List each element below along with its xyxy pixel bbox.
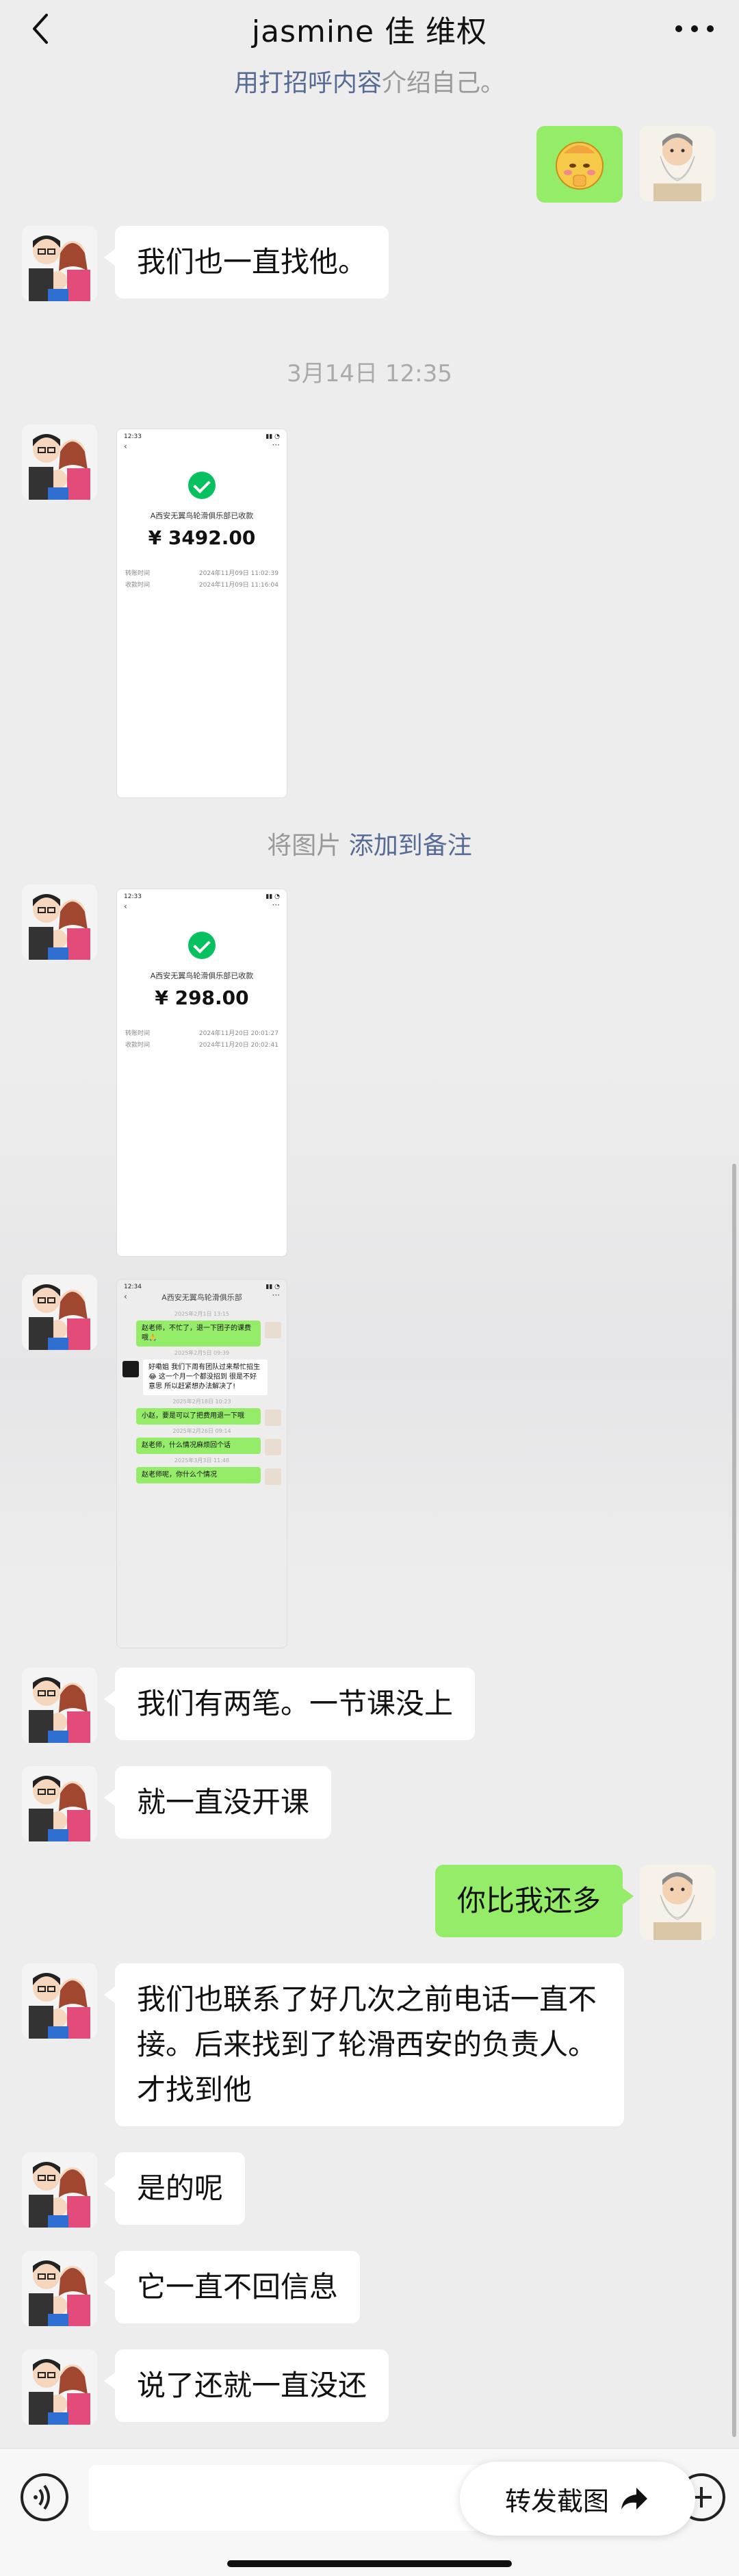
contact-avatar[interactable]: [22, 2349, 97, 2425]
payment-screenshot-image[interactable]: 12:33 ▮▮ ◔ ‹ ··· A西安无翼鸟轮滑俱乐部已收款 ¥ 298.00 转…: [116, 889, 287, 1257]
couple-cartoon-avatar-icon: [22, 2251, 97, 2326]
home-indicator[interactable]: [227, 2560, 512, 2567]
greeting-tip: 用打招呼内容介绍自己。: [0, 63, 739, 99]
contact-avatar[interactable]: [22, 1766, 97, 1841]
message-bubble[interactable]: 我们有两笔。一节课没上: [103, 1668, 476, 1740]
success-check-icon: [188, 472, 216, 499]
voice-icon: [34, 2484, 50, 2510]
amount-text: ¥ 3492.00: [148, 526, 256, 549]
contact-avatar[interactable]: [22, 1963, 97, 2039]
scrollbar[interactable]: [732, 1164, 736, 2437]
message-text: 是的呢: [137, 2171, 224, 2205]
couple-cartoon-avatar-icon: [22, 2152, 97, 2228]
mini-status-bar: 12:34 ▮▮ ◔: [124, 1284, 280, 1290]
contact-avatar[interactable]: [22, 2152, 97, 2228]
payee-text: A西安无翼鸟轮滑俱乐部已收款: [150, 971, 254, 980]
payment-screenshot-image[interactable]: 12:33 ▮▮ ◔ ‹ ··· A西安无翼鸟轮滑俱乐部已收款 ¥ 3492.00 …: [116, 429, 287, 798]
mini-chat-title: A西安无翼鸟轮滑俱乐部: [161, 1293, 242, 1302]
scroll-shade: [0, 1068, 739, 1574]
add-to-note-link[interactable]: 添加到备注: [349, 832, 472, 860]
chat-title: jasmine 佳 维权: [251, 14, 488, 49]
message-text: 就一直没开课: [137, 1785, 310, 1819]
mini-avatar: [122, 1361, 139, 1377]
mini-status-bar: 12:33 ▮▮ ◔: [124, 893, 280, 900]
mini-nav: ‹ ···: [124, 440, 280, 451]
message-text: 说了还就一直没还: [137, 2369, 367, 2402]
message-text: 你比我还多: [456, 1884, 601, 1917]
contact-avatar[interactable]: [22, 424, 97, 500]
couple-cartoon-avatar-icon: [22, 1963, 97, 2039]
contact-avatar[interactable]: [22, 226, 97, 301]
forward-arrow-icon: [621, 2488, 647, 2510]
message-text: 我们也联系了好几次之前电话一直不接。后来找到了轮滑西安的负责人。才找到他: [137, 1982, 597, 2106]
chat-screenshot-image[interactable]: 12:34 ▮▮ ◔ ‹ A西安无翼鸟轮滑俱乐部 ··· 2025年2月1日 13:1…: [116, 1279, 287, 1648]
contact-avatar[interactable]: [22, 884, 97, 960]
couple-cartoon-avatar-icon: [22, 1766, 97, 1841]
transfer-info: 转账时间 2024年11月09日 11:02:39 收款时间 2024年11月09日…: [125, 570, 278, 589]
chat-header: jasmine 佳 维权: [0, 0, 739, 58]
message-bubble[interactable]: 我们也一直找他。: [103, 226, 389, 298]
couple-cartoon-avatar-icon: [22, 1275, 97, 1350]
mini-timestamp: 2025年2月26日 09:14: [172, 1428, 231, 1434]
transfer-info: 转账时间 2024年11月20日 20:01:27 收款时间 2024年11月20日…: [125, 1030, 278, 1049]
message-text: 它一直不回信息: [137, 2270, 339, 2304]
more-options-icon[interactable]: [671, 10, 718, 48]
mini-avatar: [265, 1468, 281, 1485]
mini-avatar: [265, 1410, 281, 1426]
mini-message: 赵老师呢，你什么个情况: [136, 1467, 261, 1483]
greeting-tip-text: 介绍自己。: [382, 69, 506, 97]
mini-timestamp: 2025年3月3日 11:48: [174, 1457, 230, 1464]
mini-timestamp: 2025年2月5日 09:39: [174, 1350, 230, 1356]
mini-message: 好嘞姐 我们下周有团队过来帮忙招生😂 这一个月一个都没招到 很是不好意思 所以赶…: [143, 1360, 268, 1395]
message-text: 我们也一直找他。: [137, 245, 367, 279]
forward-label: 转发截图: [504, 2486, 609, 2516]
mini-timestamp: 2025年2月18日 10:23: [172, 1399, 231, 1405]
couple-cartoon-avatar-icon: [22, 1668, 97, 1743]
mini-message: 赵老师，不忙了，退一下团子的课费哦🙏: [136, 1321, 261, 1347]
mini-avatar: [265, 1322, 281, 1338]
message-bubble[interactable]: 是的呢: [103, 2152, 246, 2225]
mini-message: 赵老师，什么情况麻烦回个话: [136, 1438, 261, 1454]
couple-cartoon-avatar-icon: [22, 2349, 97, 2425]
voice-input-button[interactable]: [21, 2473, 68, 2521]
message-bubble[interactable]: 它一直不回信息: [103, 2251, 361, 2323]
contact-avatar[interactable]: [22, 1668, 97, 1743]
back-icon[interactable]: [23, 10, 62, 48]
mini-avatar: [265, 1439, 281, 1455]
my-avatar[interactable]: [640, 126, 715, 201]
contact-avatar[interactable]: [22, 2251, 97, 2326]
mini-timestamp: 2025年2月1日 13:15: [174, 1311, 230, 1317]
payee-text: A西安无翼鸟轮滑俱乐部已收款: [150, 511, 254, 520]
message-bubble[interactable]: 我们也联系了好几次之前电话一直不接。后来找到了轮滑西安的负责人。才找到他: [104, 1963, 624, 2126]
save-tip-text: 将图片: [267, 832, 349, 860]
success-check-icon: [188, 932, 216, 959]
couple-cartoon-avatar-icon: [22, 884, 97, 960]
mini-nav: ‹ A西安无翼鸟轮滑俱乐部 ···: [117, 1290, 287, 1308]
greeting-tip-link[interactable]: 用打招呼内容: [234, 69, 382, 97]
my-avatar[interactable]: [640, 1865, 715, 1940]
old-sage-avatar-icon: [640, 1865, 715, 1940]
forward-screenshot-button[interactable]: 转发截图: [460, 2462, 695, 2536]
old-sage-avatar-icon: [640, 126, 715, 201]
amount-text: ¥ 298.00: [155, 986, 249, 1009]
message-text: 我们有两笔。一节课没上: [137, 1687, 454, 1720]
message-bubble[interactable]: 说了还就一直没还: [103, 2349, 389, 2422]
timestamp: 3月14日 12:35: [287, 360, 452, 387]
save-image-tip: 将图片 添加到备注: [0, 826, 739, 861]
couple-cartoon-avatar-icon: [22, 424, 97, 500]
contact-avatar[interactable]: [22, 1275, 97, 1350]
mini-status-bar: 12:33 ▮▮ ◔: [124, 433, 280, 440]
couple-cartoon-avatar-icon: [22, 226, 97, 301]
blessing-face-sticker-icon: [556, 142, 604, 190]
mini-nav: ‹ ···: [124, 900, 280, 911]
sticker-message[interactable]: [536, 126, 623, 203]
my-message-bubble[interactable]: 你比我还多: [435, 1865, 634, 1937]
message-bubble[interactable]: 就一直没开课: [103, 1766, 332, 1839]
mini-message: 小赵，要是可以了把费用退一下哦: [136, 1408, 261, 1425]
